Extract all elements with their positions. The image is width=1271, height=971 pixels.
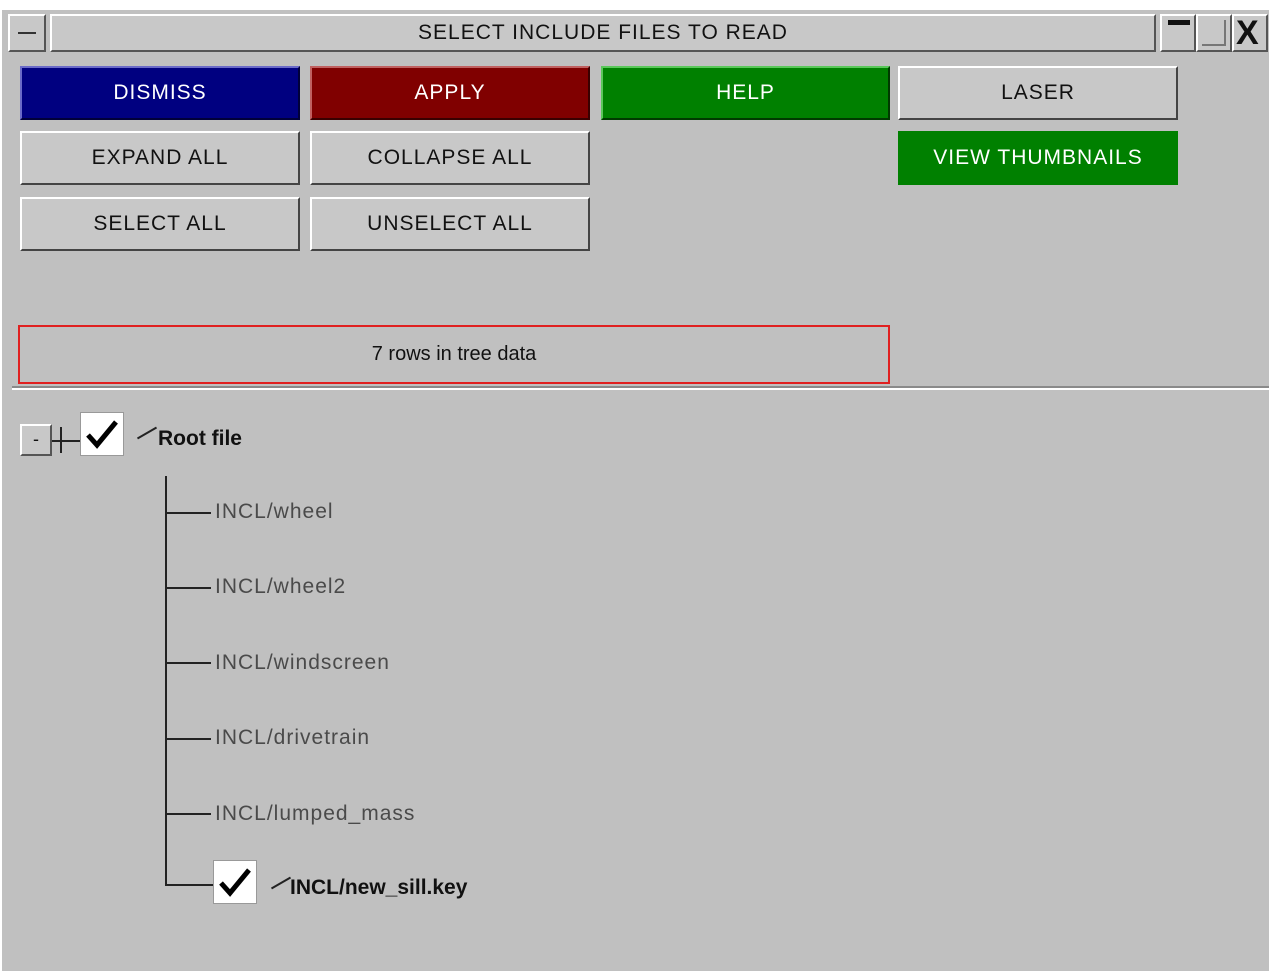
help-button[interactable]: HELP bbox=[601, 66, 890, 120]
tree-connector bbox=[165, 587, 211, 589]
new-sill-checkbox[interactable] bbox=[213, 860, 257, 904]
select-all-button[interactable]: SELECT ALL bbox=[20, 197, 300, 251]
tree-item-label[interactable]: INCL/new_sill.key bbox=[290, 876, 467, 900]
expand-all-button[interactable]: EXPAND ALL bbox=[20, 131, 300, 185]
tree-item-label[interactable]: INCL/lumped_mass bbox=[215, 802, 415, 826]
view-thumbnails-button[interactable]: VIEW THUMBNAILS bbox=[898, 131, 1178, 185]
checkmark-icon bbox=[86, 420, 118, 449]
close-icon: X bbox=[1236, 14, 1259, 52]
maximize-button[interactable] bbox=[1196, 14, 1232, 52]
tree-connector bbox=[165, 738, 211, 740]
tree-trunk bbox=[165, 476, 167, 886]
tree-connector bbox=[52, 440, 80, 442]
dismiss-button[interactable]: DISMISS bbox=[20, 66, 300, 120]
collapse-toggle-button[interactable]: - bbox=[20, 424, 52, 456]
divider-highlight bbox=[12, 388, 1269, 390]
tree-connector bbox=[165, 662, 211, 664]
tree-item-label[interactable]: INCL/wheel2 bbox=[215, 575, 346, 599]
laser-button[interactable]: LASER bbox=[898, 66, 1178, 120]
tree-connector bbox=[165, 884, 213, 886]
collapse-all-button[interactable]: COLLAPSE ALL bbox=[310, 131, 590, 185]
window-title: SELECT INCLUDE FILES TO READ bbox=[50, 14, 1156, 52]
tree-connector bbox=[165, 813, 211, 815]
system-menu-button[interactable] bbox=[8, 14, 46, 52]
checkmark-icon bbox=[219, 868, 251, 897]
rows-status: 7 rows in tree data bbox=[18, 325, 890, 384]
tree-item-label[interactable]: INCL/drivetrain bbox=[215, 726, 370, 750]
minimize-button[interactable] bbox=[1160, 14, 1196, 52]
close-button[interactable]: X bbox=[1232, 14, 1268, 52]
unselect-all-button[interactable]: UNSELECT ALL bbox=[310, 197, 590, 251]
root-checkbox[interactable] bbox=[80, 412, 124, 456]
tree-item-label[interactable]: INCL/wheel bbox=[215, 500, 334, 524]
maximize-icon bbox=[1202, 20, 1226, 46]
tree-item-label[interactable]: INCL/windscreen bbox=[215, 651, 390, 675]
menu-bar-icon bbox=[18, 32, 36, 34]
minimize-icon bbox=[1168, 20, 1190, 25]
tree-root-label[interactable]: Root file bbox=[158, 427, 242, 451]
tree-connector bbox=[165, 512, 211, 514]
tree-connector bbox=[60, 427, 62, 453]
apply-button[interactable]: APPLY bbox=[310, 66, 590, 120]
